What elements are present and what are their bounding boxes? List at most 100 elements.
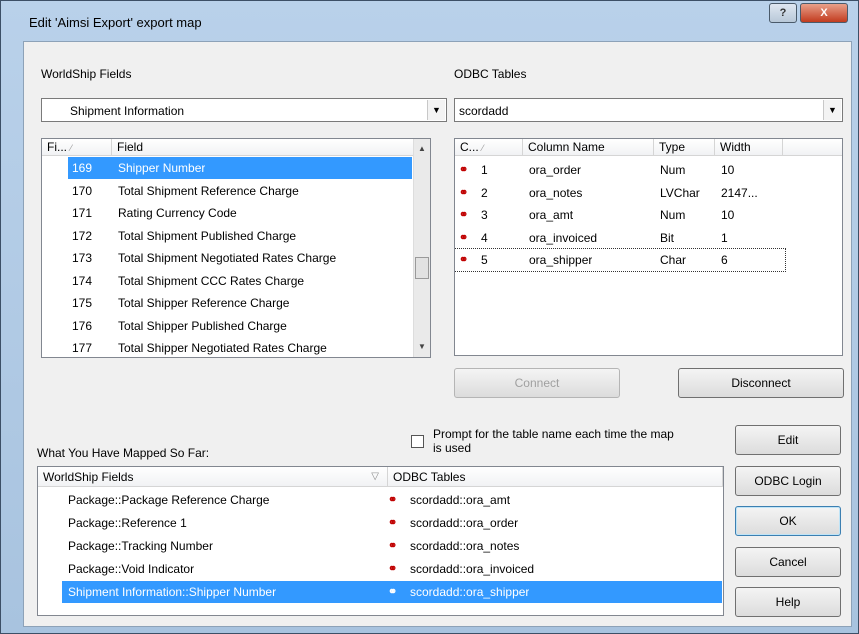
link-icon: ⚭: [459, 164, 468, 176]
close-button[interactable]: X: [800, 3, 848, 23]
list-item[interactable]: 171 Rating Currency Code: [42, 202, 412, 224]
column-header-width[interactable]: Width: [715, 139, 783, 156]
list-item[interactable]: 174 Total Shipment CCC Rates Charge: [42, 270, 412, 292]
link-icon: ⚭: [459, 254, 468, 266]
field-number: 173: [72, 251, 93, 265]
link-icon: ⚭: [388, 494, 397, 506]
column-header-type[interactable]: Type: [654, 139, 715, 156]
help-title-button[interactable]: ?: [769, 3, 797, 23]
scroll-down-icon[interactable]: ▼: [414, 339, 430, 355]
link-icon: ⚭: [388, 517, 397, 529]
mapped-worldship-field: Shipment Information::Shipper Number: [68, 585, 277, 599]
field-name: Total Shipment CCC Rates Charge: [118, 273, 305, 288]
field-number: 175: [72, 296, 93, 310]
column-name: ora_amt: [529, 208, 574, 222]
odbc-table-select[interactable]: scordadd ▼: [454, 98, 843, 122]
worldship-category-select[interactable]: Shipment Information ▼: [41, 98, 447, 122]
connect-button[interactable]: Connect: [454, 368, 620, 398]
column-header-field[interactable]: Field: [112, 139, 412, 156]
field-name: Total Shipment Published Charge: [118, 228, 297, 243]
field-number: 172: [72, 228, 93, 243]
table-row[interactable]: ⚭ 5 ora_shipper Char 6: [455, 248, 786, 272]
column-header-odbc-tables[interactable]: ODBC Tables: [388, 467, 723, 487]
column-name: ora_order: [529, 163, 582, 177]
link-icon: ⚭: [459, 231, 468, 244]
column-header-column-name[interactable]: Column Name: [523, 139, 654, 156]
mapped-worldship-field: Package::Void Indicator: [68, 562, 195, 576]
odbc-table-value: scordadd: [459, 104, 509, 118]
prompt-table-label: Prompt for the table name each time the …: [433, 427, 674, 455]
mapped-row[interactable]: Package::Void Indicator ⚭ scordadd::ora_in…: [62, 558, 722, 580]
column-type: LVChar: [660, 185, 700, 200]
mapped-worldship-field: Package::Tracking Number: [68, 539, 213, 553]
cancel-button[interactable]: Cancel: [735, 547, 841, 577]
mapped-row[interactable]: Package::Package Reference Charge ⚭ scorda…: [62, 489, 722, 511]
field-name: Total Shipper Reference Charge: [118, 296, 290, 310]
mapped-row[interactable]: Package::Tracking Number ⚭ scordadd::ora_n…: [62, 535, 722, 557]
window-title: Edit 'Aimsi Export' export map: [29, 15, 202, 30]
field-name: Total Shipper Negotiated Rates Charge: [118, 341, 327, 355]
link-icon: ⚭: [459, 209, 468, 221]
column-width: 1: [721, 230, 728, 245]
column-number: 4: [481, 230, 488, 245]
field-name: Total Shipment Reference Charge: [118, 183, 299, 198]
field-number: 176: [72, 318, 93, 333]
mapped-row[interactable]: Shipment Information::Shipper Number ⚭ sco…: [62, 581, 722, 603]
mapped-list-header: WorldShip Fields ▽ ODBC Tables: [38, 467, 723, 487]
mapped-worldship-field: Package::Reference 1: [68, 516, 187, 530]
chevron-down-icon[interactable]: ▼: [823, 100, 841, 120]
column-number: 5: [481, 253, 488, 267]
table-row[interactable]: ⚭ 2 ora_notes LVChar 2147...: [455, 182, 785, 204]
field-number: 170: [72, 183, 93, 198]
edit-button[interactable]: Edit: [735, 425, 841, 455]
worldship-scrollbar[interactable]: ▲ ▼: [413, 139, 430, 357]
odbc-login-button[interactable]: ODBC Login: [735, 466, 841, 496]
column-header-c[interactable]: C... ⁄: [455, 139, 523, 156]
list-item[interactable]: 172 Total Shipment Published Charge: [42, 225, 412, 247]
disconnect-button[interactable]: Disconnect: [678, 368, 844, 398]
field-number: 177: [72, 341, 93, 355]
table-row[interactable]: ⚭ 3 ora_amt Num 10: [455, 204, 785, 226]
list-item[interactable]: ⚭ 169 Shipper Number: [42, 157, 412, 179]
link-icon: ⚭: [388, 540, 397, 552]
dialog-window: Edit 'Aimsi Export' export map ? X World…: [0, 0, 859, 634]
scroll-thumb[interactable]: [415, 257, 429, 279]
odbc-columns-list[interactable]: C... ⁄ Column Name Type Width ⚭ 1 ora_orde…: [454, 138, 843, 356]
filter-icon: ▽: [371, 471, 379, 482]
field-number: 171: [72, 206, 93, 220]
worldship-list-header: Fi... ⁄ Field: [42, 139, 430, 156]
field-name: Shipper Number: [118, 161, 206, 175]
odbc-tables-label: ODBC Tables: [454, 67, 527, 81]
title-bar[interactable]: Edit 'Aimsi Export' export map ? X: [1, 1, 859, 31]
mapped-row[interactable]: Package::Reference 1 ⚭ scordadd::ora_order: [62, 512, 722, 534]
field-name: Total Shipper Published Charge: [118, 318, 287, 333]
list-item[interactable]: 170 Total Shipment Reference Charge: [42, 180, 412, 202]
field-name: Rating Currency Code: [118, 206, 237, 220]
table-row[interactable]: ⚭ 4 ora_invoiced Bit 1: [455, 227, 785, 249]
chevron-down-icon[interactable]: ▼: [427, 100, 445, 120]
column-header-field-number[interactable]: Fi... ⁄: [42, 139, 112, 156]
sort-icon: ⁄: [70, 143, 72, 153]
worldship-fields-list[interactable]: Fi... ⁄ Field ⚭ 169 Shipper Number 170 Total…: [41, 138, 431, 358]
prompt-table-checkbox[interactable]: [411, 435, 424, 448]
list-item[interactable]: 177 Total Shipper Negotiated Rates Charge: [42, 337, 412, 357]
mapped-odbc-column: scordadd::ora_invoiced: [410, 562, 535, 576]
column-name: ora_shipper: [529, 253, 593, 267]
field-name: Total Shipment Negotiated Rates Charge: [118, 251, 337, 265]
ok-button[interactable]: OK: [735, 506, 841, 536]
column-type: Char: [660, 253, 687, 267]
column-number: 1: [481, 163, 488, 177]
column-width: 2147...: [721, 185, 758, 200]
mapped-list[interactable]: WorldShip Fields ▽ ODBC Tables Package::P…: [37, 466, 724, 616]
column-type: Num: [660, 208, 686, 222]
list-item[interactable]: 175 Total Shipper Reference Charge: [42, 292, 412, 314]
table-row[interactable]: ⚭ 1 ora_order Num 10: [455, 159, 785, 181]
column-width: 10: [721, 208, 735, 222]
help-button[interactable]: Help: [735, 587, 841, 617]
list-item[interactable]: 173 Total Shipment Negotiated Rates Charg…: [42, 247, 412, 269]
list-item[interactable]: 176 Total Shipper Published Charge: [42, 315, 412, 337]
column-type: Bit: [660, 230, 675, 245]
column-header-worldship-fields[interactable]: WorldShip Fields ▽: [38, 467, 388, 487]
mapped-worldship-field: Package::Package Reference Charge: [68, 493, 270, 507]
scroll-up-icon[interactable]: ▲: [414, 141, 430, 157]
